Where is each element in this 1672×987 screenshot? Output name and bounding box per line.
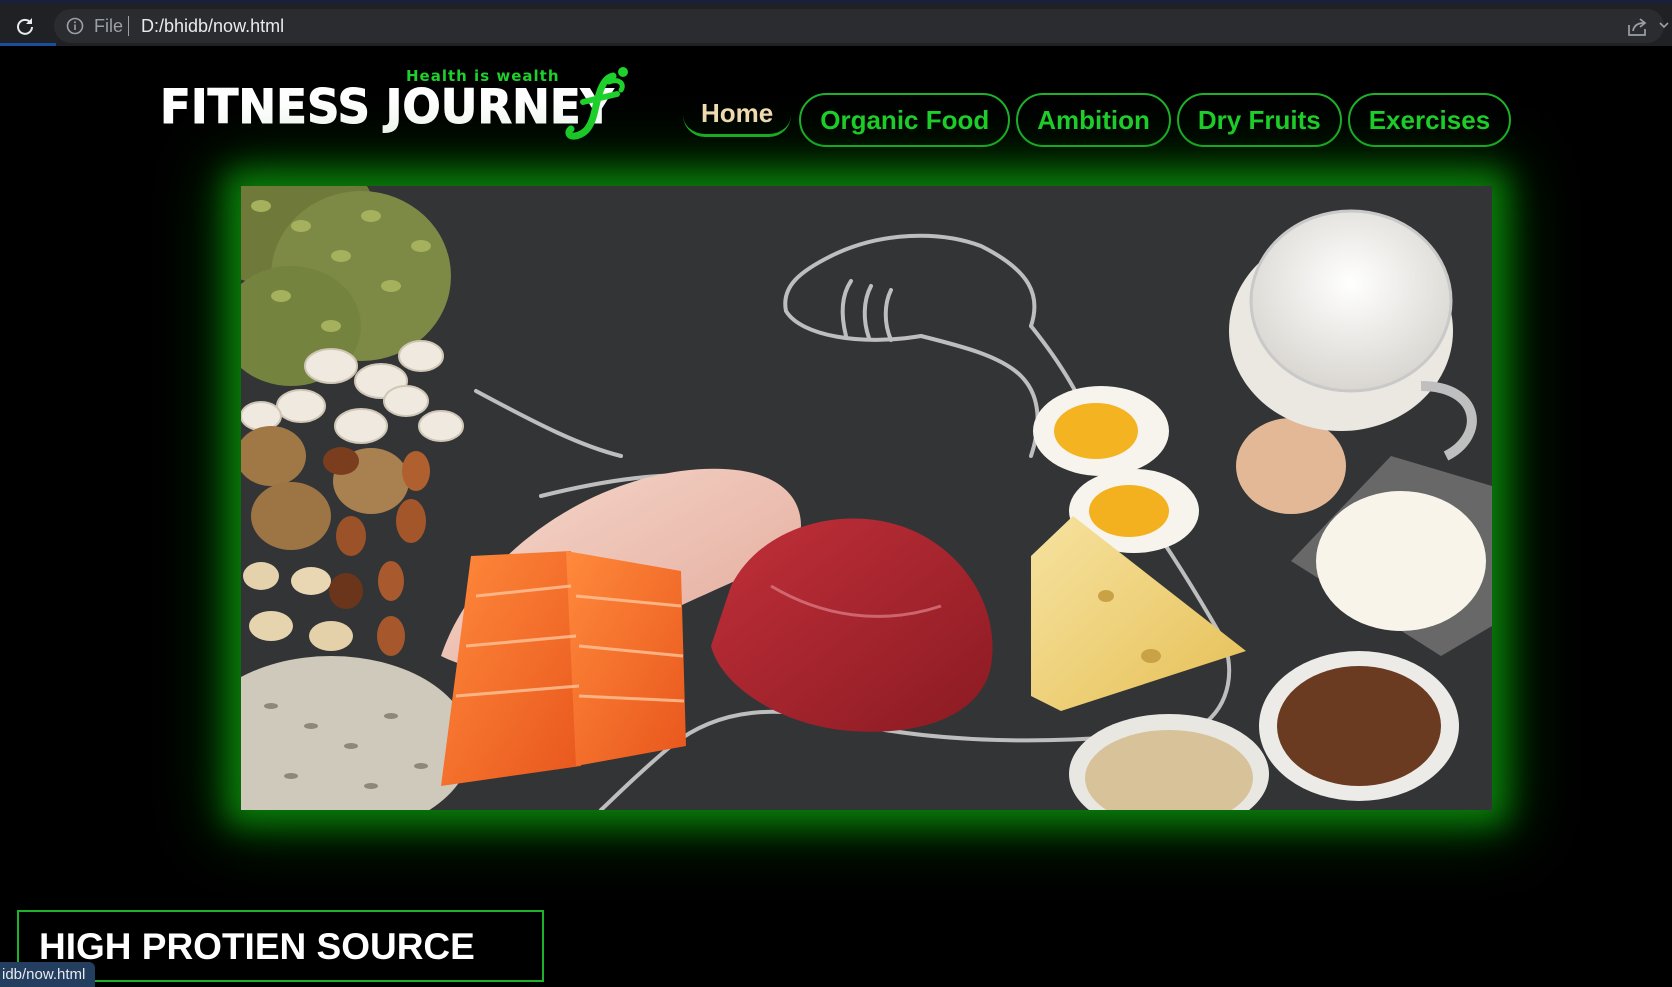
share-icon[interactable] — [1626, 16, 1648, 38]
logo-title: FITNESS JOURNEY — [160, 80, 614, 136]
main-nav: Home Organic Food Ambition Dry Fruits Ex… — [683, 93, 1512, 149]
buckwheat-bowl — [1259, 651, 1459, 801]
info-icon[interactable] — [66, 17, 84, 35]
nav-organic-food[interactable]: Organic Food — [799, 93, 1011, 147]
reload-button[interactable] — [8, 9, 42, 43]
file-scheme-label: File — [94, 16, 124, 36]
logo-f-glyph-icon — [565, 67, 628, 140]
section-title: HIGH PROTIEN SOURCE — [39, 926, 475, 967]
address-bar[interactable]: File D:/bhidb/now.html — [54, 9, 1664, 43]
browser-toolbar: File D:/bhidb/now.html — [0, 0, 1672, 46]
site-logo[interactable]: Health is wealth FITNESS JOURNEY — [160, 62, 645, 146]
nav-home[interactable]: Home — [683, 93, 792, 137]
nav-exercises[interactable]: Exercises — [1347, 93, 1512, 147]
chevron-down-icon[interactable] — [1658, 19, 1670, 31]
reload-focus-indicator — [0, 43, 56, 46]
link-status-bubble: idb/now.html — [0, 962, 96, 987]
url-text[interactable]: D:/bhidb/now.html — [141, 16, 284, 37]
section-heading-box: HIGH PROTIEN SOURCE — [17, 910, 544, 982]
nav-dry-fruits[interactable]: Dry Fruits — [1176, 93, 1342, 147]
reload-icon — [17, 18, 33, 35]
nav-ambition[interactable]: Ambition — [1016, 93, 1171, 147]
hero-image — [241, 186, 1492, 810]
salmon-fillets — [441, 551, 686, 786]
address-separator — [128, 16, 129, 36]
